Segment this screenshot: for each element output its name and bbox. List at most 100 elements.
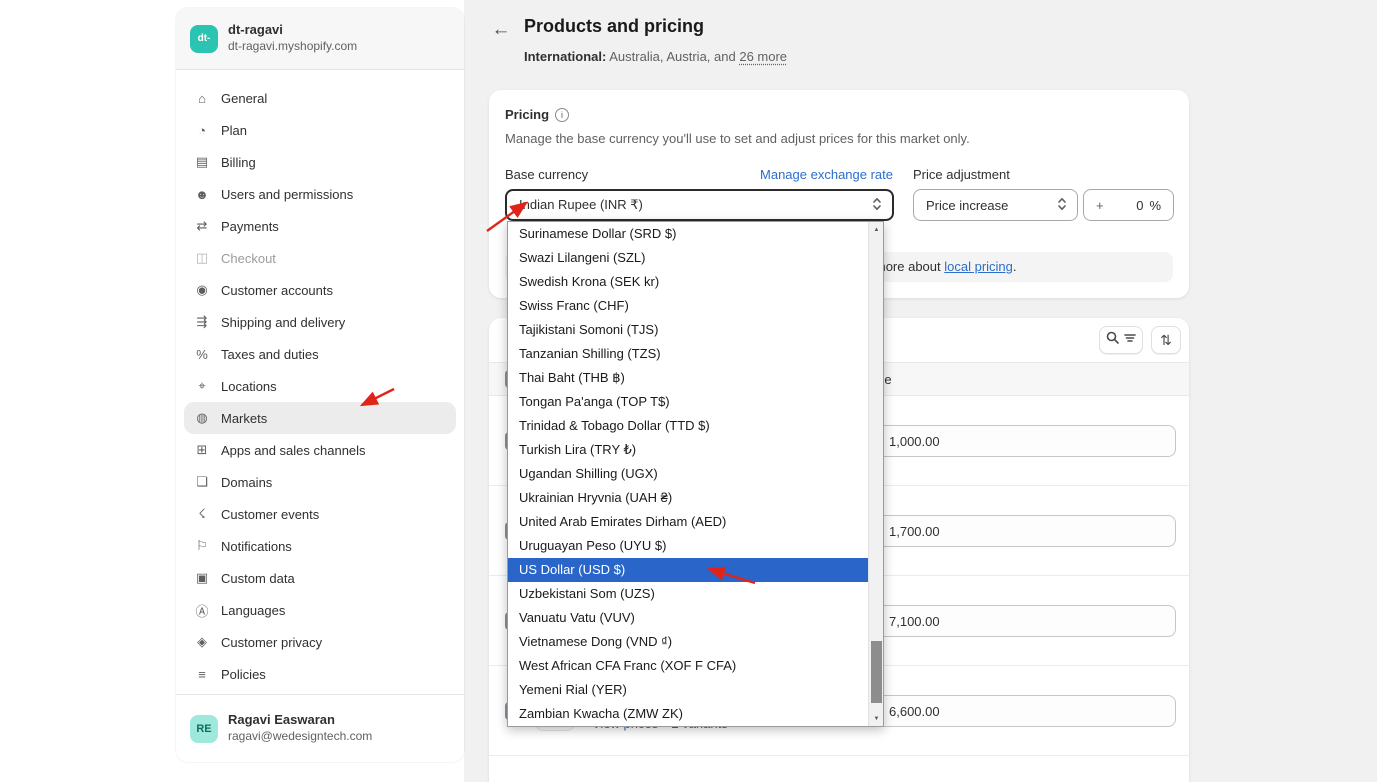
adjustment-unit: % bbox=[1149, 198, 1161, 213]
currency-option[interactable]: Swiss Franc (CHF) bbox=[508, 294, 868, 318]
policies-doc-icon: ≡ bbox=[192, 667, 212, 682]
location-pin-icon: ⌖ bbox=[192, 378, 212, 394]
sidebar-item-customer-privacy[interactable]: ◈Customer privacy bbox=[184, 626, 456, 658]
adjustment-percent-input[interactable]: + 0 % bbox=[1083, 189, 1174, 221]
sidebar-item-label: Shipping and delivery bbox=[221, 315, 345, 330]
currency-option[interactable]: Vanuatu Vatu (VUV) bbox=[508, 606, 868, 630]
currency-option[interactable]: Vietnamese Dong (VND ₫) bbox=[508, 630, 868, 654]
payments-icon: ⇄ bbox=[192, 218, 212, 234]
sidebar-item-policies[interactable]: ≡ Policies bbox=[184, 658, 456, 690]
currency-option[interactable]: Yemeni Rial (YER) bbox=[508, 678, 868, 702]
price-input[interactable] bbox=[876, 605, 1176, 637]
customer-events-icon: ☇ bbox=[192, 506, 212, 522]
store-name: dt-ragavi bbox=[228, 22, 357, 39]
taxes-icon: % bbox=[192, 347, 212, 362]
sidebar-item-plan[interactable]: ◔Plan bbox=[184, 114, 456, 146]
currency-option[interactable]: Swazi Lilangeni (SZL) bbox=[508, 246, 868, 270]
sidebar-item-label: Notifications bbox=[221, 539, 292, 554]
sidebar-item-label: Users and permissions bbox=[221, 187, 353, 202]
sidebar-item-general[interactable]: ⌂General bbox=[184, 82, 456, 114]
currency-option[interactable]: Tajikistani Somoni (TJS) bbox=[508, 318, 868, 342]
sidebar-item-label: Policies bbox=[221, 667, 266, 682]
base-currency-select[interactable]: Indian Rupee (INR ₹) bbox=[505, 189, 894, 221]
plan-icon: ◔ bbox=[192, 123, 212, 138]
currency-option[interactable]: Trinidad & Tobago Dollar (TTD $) bbox=[508, 414, 868, 438]
pricing-card-description: Manage the base currency you'll use to s… bbox=[505, 131, 970, 146]
more-countries-link[interactable]: 26 more bbox=[739, 49, 787, 64]
scrollbar-thumb[interactable] bbox=[871, 641, 882, 703]
sidebar-item-languages[interactable]: Ⓐ Languages bbox=[184, 594, 456, 626]
chevron-updown-icon bbox=[1057, 196, 1067, 215]
customer-accounts-icon: ◉ bbox=[192, 282, 212, 298]
sidebar-item-label: Customer events bbox=[221, 507, 319, 522]
scroll-down-arrow-icon[interactable]: ▼ bbox=[869, 711, 884, 726]
currency-option[interactable]: Tongan Pa'anga (TOP T$) bbox=[508, 390, 868, 414]
sidebar-item-locations[interactable]: ⌖ Locations bbox=[184, 370, 456, 402]
currency-dropdown: Surinamese Dollar (SRD $) Swazi Lilangen… bbox=[507, 221, 884, 727]
price-input[interactable] bbox=[876, 515, 1176, 547]
currency-option[interactable]: Zambian Kwacha (ZMW ZK) bbox=[508, 702, 868, 726]
market-name-label: International: bbox=[524, 49, 606, 64]
sidebar-item-payments[interactable]: ⇄Payments bbox=[184, 210, 456, 242]
currency-option[interactable]: Turkish Lira (TRY ₺) bbox=[508, 438, 868, 462]
sidebar-item-label: Locations bbox=[221, 379, 277, 394]
custom-data-icon: ▣ bbox=[192, 570, 212, 586]
sidebar-item-markets[interactable]: ◍Markets bbox=[184, 402, 456, 434]
price-input[interactable] bbox=[876, 695, 1176, 727]
home-icon: ⌂ bbox=[192, 91, 212, 106]
sidebar-item-notifications[interactable]: ⚐Notifications bbox=[184, 530, 456, 562]
info-icon[interactable] bbox=[555, 108, 569, 122]
currency-option[interactable]: Uzbekistani Som (UZS) bbox=[508, 582, 868, 606]
page-title: Products and pricing bbox=[524, 16, 704, 37]
sidebar-item-label: Taxes and duties bbox=[221, 347, 319, 362]
currency-option[interactable]: Ukrainian Hryvnia (UAH ₴) bbox=[508, 486, 868, 510]
search-icon bbox=[1106, 331, 1119, 349]
sidebar-item-customer-events[interactable]: ☇ Customer events bbox=[184, 498, 456, 530]
manage-exchange-rate-link[interactable]: Manage exchange rate bbox=[760, 167, 893, 182]
currency-option-selected[interactable]: US Dollar (USD $) bbox=[508, 558, 868, 582]
market-subtitle: International: Australia, Austria, and 2… bbox=[524, 49, 787, 64]
markets-globe-icon: ◍ bbox=[192, 410, 212, 426]
back-button[interactable]: ← bbox=[489, 18, 513, 42]
sidebar-item-custom-data[interactable]: ▣ Custom data bbox=[184, 562, 456, 594]
sidebar-item-label: Checkout bbox=[221, 251, 276, 266]
domains-icon: ❏ bbox=[192, 474, 212, 490]
price-input[interactable] bbox=[876, 425, 1176, 457]
sort-icon: ⇅ bbox=[1160, 332, 1172, 349]
sidebar-item-billing[interactable]: ▤Billing bbox=[184, 146, 456, 178]
sidebar-item-checkout[interactable]: ◫Checkout bbox=[184, 242, 456, 274]
sidebar-item-users-and-permissions[interactable]: ☻Users and permissions bbox=[184, 178, 456, 210]
store-domain: dt-ragavi.myshopify.com bbox=[228, 39, 357, 55]
sidebar-item-domains[interactable]: ❏Domains bbox=[184, 466, 456, 498]
currency-option[interactable]: West African CFA Franc (XOF F CFA) bbox=[508, 654, 868, 678]
user-email: ragavi@wedesigntech.com bbox=[228, 729, 372, 745]
market-countries: Australia, Austria, and bbox=[609, 49, 735, 64]
sidebar-item-shipping-and-delivery[interactable]: ⇶Shipping and delivery bbox=[184, 306, 456, 338]
search-and-filter-button[interactable] bbox=[1099, 326, 1143, 354]
sidebar-item-label: Billing bbox=[221, 155, 256, 170]
adjustment-sign: + bbox=[1096, 198, 1104, 213]
currency-option[interactable]: Tanzanian Shilling (TZS) bbox=[508, 342, 868, 366]
user-name: Ragavi Easwaran bbox=[228, 712, 372, 729]
scroll-up-arrow-icon[interactable]: ▲ bbox=[869, 222, 884, 237]
settings-sidebar: dt- dt-ragavi dt-ragavi.myshopify.com ⌂G… bbox=[176, 8, 464, 762]
sidebar-item-label: Apps and sales channels bbox=[221, 443, 366, 458]
sidebar-item-apps-and-sales-channels[interactable]: ⊞Apps and sales channels bbox=[184, 434, 456, 466]
currency-option[interactable]: Surinamese Dollar (SRD $) bbox=[508, 222, 868, 246]
sidebar-item-label: Custom data bbox=[221, 571, 295, 586]
currency-option[interactable]: Thai Baht (THB ฿) bbox=[508, 366, 868, 390]
local-pricing-link[interactable]: local pricing bbox=[944, 259, 1013, 274]
currency-option[interactable]: Swedish Krona (SEK kr) bbox=[508, 270, 868, 294]
dropdown-scrollbar[interactable]: ▲ ▼ bbox=[868, 222, 883, 726]
sidebar-item-label: Languages bbox=[221, 603, 285, 618]
price-adjustment-select[interactable]: Price increase bbox=[913, 189, 1078, 221]
sidebar-item-customer-accounts[interactable]: ◉Customer accounts bbox=[184, 274, 456, 306]
languages-icon: Ⓐ bbox=[192, 601, 212, 620]
base-currency-label: Base currency bbox=[505, 167, 588, 182]
sidebar-item-taxes-and-duties[interactable]: % Taxes and duties bbox=[184, 338, 456, 370]
currency-option[interactable]: United Arab Emirates Dirham (AED) bbox=[508, 510, 868, 534]
sort-button[interactable]: ⇅ bbox=[1151, 326, 1181, 354]
currency-option[interactable]: Ugandan Shilling (UGX) bbox=[508, 462, 868, 486]
currency-option[interactable]: Uruguayan Peso (UYU $) bbox=[508, 534, 868, 558]
base-currency-value: Indian Rupee (INR ₹) bbox=[519, 197, 643, 213]
